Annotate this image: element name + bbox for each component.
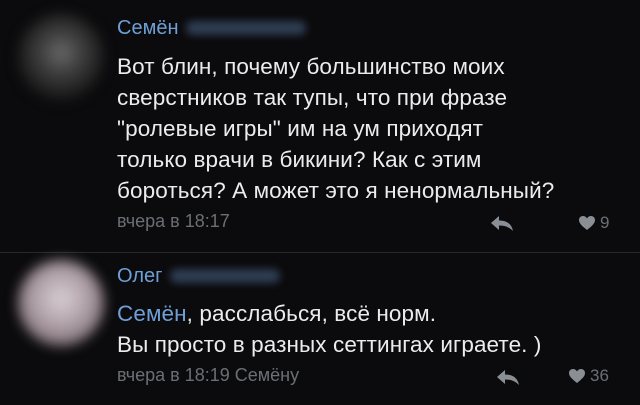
comment-header: Олег — [117, 263, 281, 289]
comment-1: Семён Вот блин, почему большинство моих … — [0, 0, 640, 252]
comment-2: Олег Семён, расслабься, всё норм. Вы про… — [0, 253, 640, 405]
avatar[interactable] — [18, 260, 104, 346]
like-button[interactable]: 36 — [568, 366, 609, 386]
author-name[interactable]: Семён — [117, 15, 178, 41]
heart-icon — [579, 216, 595, 230]
reply-mention-link[interactable]: Семён — [117, 301, 187, 326]
like-count: 9 — [600, 213, 610, 232]
comment-text: Вот блин, почему большинство моих сверст… — [117, 54, 555, 203]
comment-text: Семён, расслабься, всё норм. Вы просто в… — [117, 298, 620, 360]
reply-arrow-icon[interactable] — [495, 367, 521, 387]
comment-header: Семён — [117, 15, 307, 41]
author-surname-blurred — [186, 21, 307, 35]
like-button[interactable]: 9 — [578, 213, 609, 233]
avatar[interactable] — [18, 14, 104, 100]
reply-arrow-icon[interactable] — [489, 213, 515, 233]
like-count: 36 — [590, 366, 609, 385]
comment-timestamp[interactable]: вчера в 18:17 — [117, 211, 230, 232]
heart-icon — [569, 369, 585, 383]
author-surname-blurred — [170, 269, 281, 283]
author-name[interactable]: Олег — [117, 263, 162, 289]
comment-timestamp[interactable]: вчера в 18:19 Семёну — [117, 365, 299, 386]
